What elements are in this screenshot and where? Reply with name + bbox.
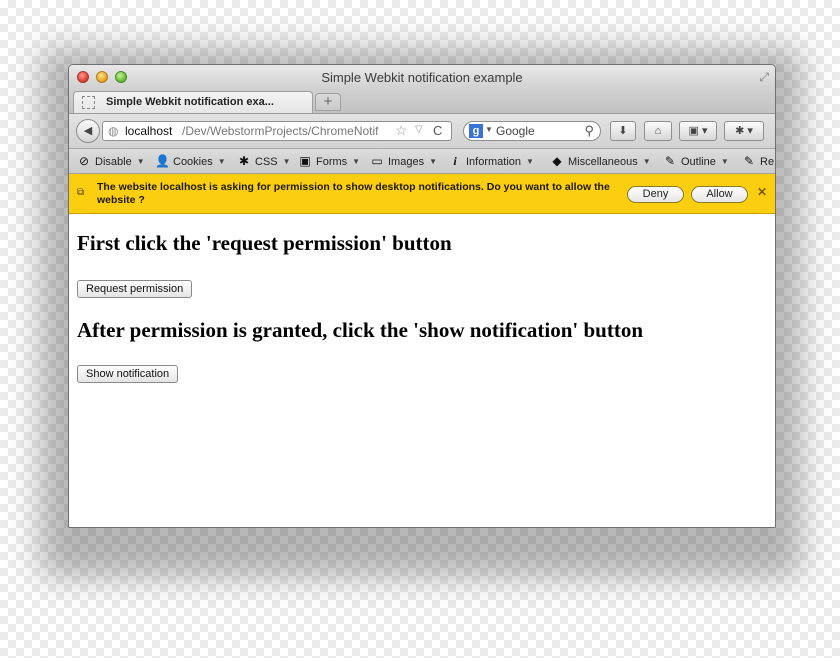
dev-menu-label: Information: [466, 156, 522, 168]
tab-active[interactable]: Simple Webkit notification exa...: [73, 91, 313, 113]
search-placeholder: Google: [496, 124, 535, 138]
new-tab-button[interactable]: +: [315, 93, 341, 111]
page-heading-request: First click the 'request permission' but…: [77, 231, 452, 255]
dropdown-arrow-icon: ▼: [217, 157, 226, 166]
home-button[interactable]: ⌂: [644, 121, 672, 141]
image-icon: ▭: [371, 154, 383, 168]
bookmarks-menu-button[interactable]: ▣ ▾: [679, 121, 717, 141]
title-bar[interactable]: Simple Webkit notification example ⤢: [69, 65, 775, 91]
web-developer-toolbar: ⊘ Disable ▼ 👤 Cookies ▼ ✱ CSS ▼ ▣ Forms ▼ ▭ Image…: [69, 149, 775, 174]
url-bar[interactable]: ◍ localhost /Dev/WebstormProjects/Chrome…: [102, 121, 452, 141]
url-host: localhost: [125, 124, 173, 138]
disable-icon: ⊘: [78, 154, 90, 168]
notification-permission-icon: ⧉: [77, 187, 85, 198]
tab-label: Simple Webkit notification exa...: [106, 96, 274, 108]
wand-icon: ✱: [238, 154, 250, 168]
close-window-button[interactable]: [77, 71, 89, 83]
navigation-toolbar: ◀ ◍ localhost /Dev/WebstormProjects/Chro…: [69, 114, 775, 149]
back-button[interactable]: ◀: [76, 119, 100, 143]
dev-menu-label: Images: [388, 156, 425, 168]
search-icon[interactable]: ⚲: [584, 123, 594, 139]
dropdown-arrow-icon: ▼: [352, 157, 361, 166]
fullscreen-icon[interactable]: ⤢: [759, 70, 769, 85]
pencil-icon: ✎: [664, 154, 676, 168]
google-icon[interactable]: g: [469, 124, 483, 138]
page-heading-show: After permission is granted, click the '…: [77, 318, 644, 342]
dev-menu-label: Cookies: [173, 156, 213, 168]
dev-menu-miscellaneous[interactable]: ◆ Miscellaneous ▼: [550, 153, 651, 170]
download-arrow-icon: ⬇: [618, 125, 628, 137]
request-permission-button[interactable]: Request permission: [77, 280, 193, 298]
home-icon: ⌂: [654, 125, 662, 137]
zoom-window-button[interactable]: [115, 71, 127, 83]
bookmarks-star-icon: ▣ ▾: [688, 125, 708, 137]
reload-icon[interactable]: C: [433, 123, 442, 138]
search-engine-dropdown-icon[interactable]: ▼: [485, 125, 493, 134]
deny-button[interactable]: Deny: [627, 186, 684, 203]
dev-menu-information[interactable]: i Information ▼: [448, 153, 534, 170]
history-dropdown-icon[interactable]: ▽: [415, 124, 423, 135]
show-notification-button[interactable]: Show notification: [77, 365, 179, 383]
cube-icon: ◆: [552, 154, 562, 168]
browser-window: Simple Webkit notification example ⤢ Sim…: [68, 64, 776, 528]
page-favicon-icon: [82, 96, 95, 109]
dropdown-arrow-icon: ▼: [136, 157, 145, 166]
clipboard-icon: ▣: [299, 154, 311, 168]
globe-icon[interactable]: ◍: [108, 124, 118, 138]
dev-menu-label: Re: [760, 156, 775, 168]
close-icon[interactable]: ✕: [757, 185, 767, 199]
allow-button[interactable]: Allow: [691, 186, 748, 203]
addon-gear-icon: ✱ ▾: [735, 125, 753, 137]
dropdown-arrow-icon: ▼: [526, 157, 534, 166]
dropdown-arrow-icon: ▼: [282, 157, 291, 166]
notification-permission-text: The website localhost is asking for perm…: [97, 181, 610, 206]
search-bar[interactable]: g ▼ Google ⚲: [463, 121, 601, 141]
page-content: First click the 'request permission' but…: [69, 214, 775, 527]
dropdown-arrow-icon: ▼: [642, 157, 651, 166]
dropdown-arrow-icon: ▼: [429, 157, 437, 166]
downloads-button[interactable]: ⬇: [610, 121, 636, 141]
dev-menu-outline[interactable]: ✎ Outline ▼: [663, 153, 729, 170]
dev-menu-cookies[interactable]: 👤 Cookies ▼: [155, 153, 226, 170]
minimize-window-button[interactable]: [96, 71, 108, 83]
url-path: /Dev/WebstormProjects/ChromeNotif: [182, 124, 379, 138]
dropdown-arrow-icon: ▼: [720, 157, 729, 166]
tab-bar: Simple Webkit notification exa... +: [69, 91, 775, 114]
dev-menu-label: Outline: [681, 156, 716, 168]
info-icon: i: [453, 154, 457, 168]
dev-menu-label: Miscellaneous: [568, 156, 638, 168]
dev-menu-label: Disable: [95, 156, 132, 168]
dev-menu-resize[interactable]: ✎ Re: [742, 153, 774, 170]
window-title: Simple Webkit notification example: [321, 70, 523, 85]
bookmark-star-icon[interactable]: ☆: [395, 122, 408, 139]
user-icon: 👤: [155, 154, 170, 168]
dev-menu-label: Forms: [316, 156, 348, 168]
dev-menu-label: CSS: [255, 156, 278, 168]
dev-menu-css[interactable]: ✱ CSS ▼: [237, 153, 291, 170]
dev-menu-forms[interactable]: ▣ Forms ▼: [298, 153, 360, 170]
dev-menu-images[interactable]: ▭ Images ▼: [370, 153, 437, 170]
dev-menu-disable[interactable]: ⊘ Disable ▼: [77, 153, 145, 170]
addon-menu-button[interactable]: ✱ ▾: [724, 121, 764, 141]
notification-permission-bar: ⧉ The website localhost is asking for pe…: [69, 174, 775, 214]
pencil-icon: ✎: [743, 154, 755, 168]
